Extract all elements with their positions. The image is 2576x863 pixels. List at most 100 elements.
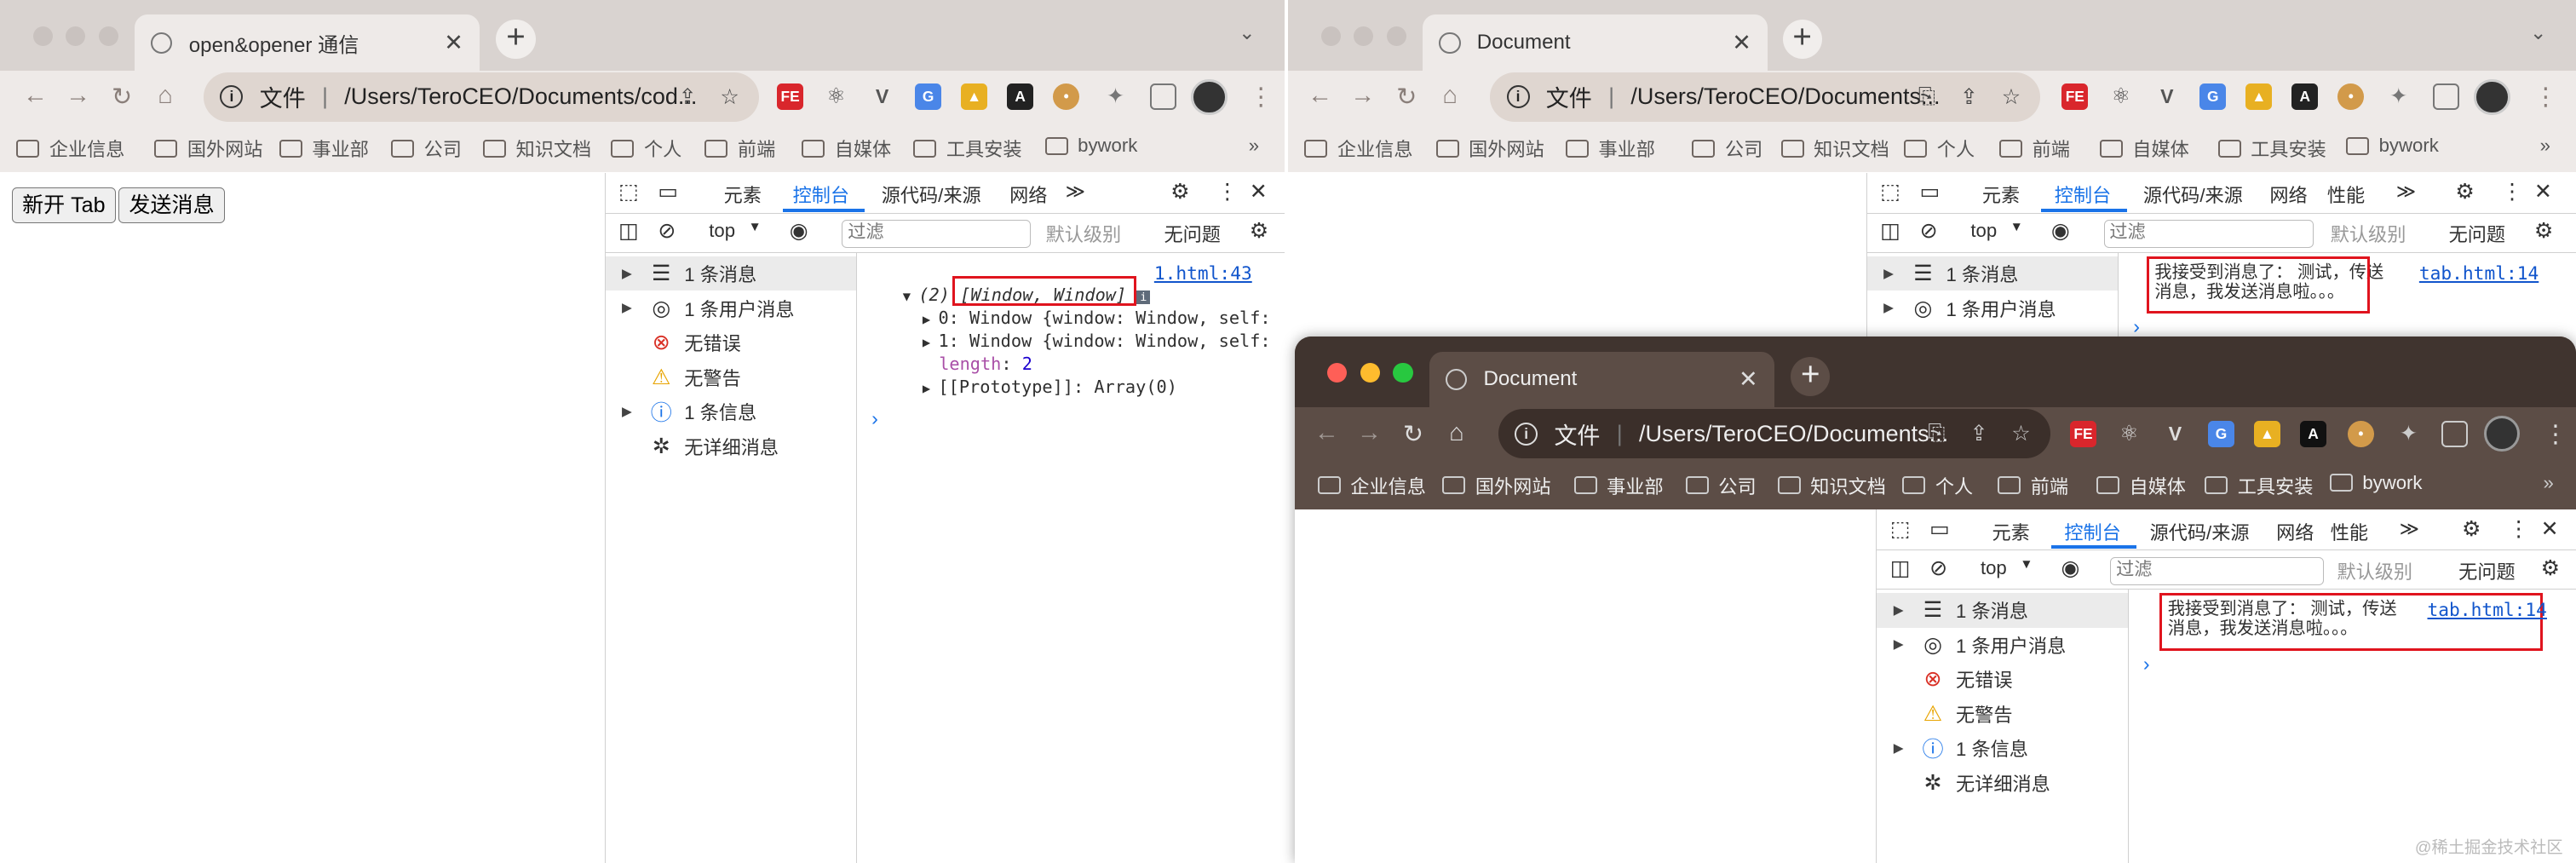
bookmark-folder[interactable]: 知识文档: [1777, 472, 1886, 499]
issues-button[interactable]: 无问题: [2458, 557, 2515, 584]
bookmark-folder[interactable]: 知识文档: [1780, 135, 1889, 162]
log-line[interactable]: ▶ 0: Window {window: Window, self:: [923, 308, 1271, 328]
issues-button[interactable]: 无问题: [1164, 220, 1220, 247]
sidebar-item-info[interactable]: ▶ ⓘ 1 条信息: [606, 394, 856, 429]
angular-extension-icon[interactable]: A: [2291, 83, 2319, 111]
tab-network[interactable]: 网络: [2276, 518, 2314, 545]
new-tab-button[interactable]: +: [496, 19, 536, 60]
close-light[interactable]: [1320, 26, 1341, 46]
inspect-icon[interactable]: ⬚: [618, 179, 639, 204]
address-bar[interactable]: i 文件 | /Users/TeroCEO/Documents... ⎘ ⇪ ☆: [1498, 409, 2050, 459]
sidebar-item-user-messages[interactable]: ▶ ◎ 1 条用户消息: [606, 291, 856, 325]
translate-extension-icon[interactable]: G: [2208, 420, 2234, 447]
sidebar-icon[interactable]: [2433, 83, 2460, 111]
leopard-extension-icon[interactable]: ▲: [2245, 83, 2273, 111]
zoom-light[interactable]: [1386, 26, 1406, 46]
tab-console[interactable]: 控制台: [2055, 181, 2111, 208]
gear-icon[interactable]: ⚙: [2455, 179, 2474, 204]
tab-search-chevron-icon[interactable]: ⌄: [1239, 21, 1255, 44]
bookmark-folder[interactable]: 个人: [611, 135, 681, 162]
leopard-extension-icon[interactable]: ▲: [961, 83, 988, 111]
bookmark-folder[interactable]: 企业信息: [1317, 472, 1426, 499]
bookmark-folder[interactable]: bywork: [1044, 135, 1137, 157]
fe-extension-icon[interactable]: FE: [777, 83, 804, 111]
console-prompt-icon[interactable]: ›: [2143, 653, 2150, 676]
translate-icon[interactable]: ⎘: [1918, 84, 1935, 110]
share-icon[interactable]: ⇪: [1960, 84, 1978, 110]
clear-console-icon[interactable]: ⊘: [1929, 555, 1947, 581]
tab-network[interactable]: 网络: [2269, 181, 2307, 208]
bookmark-folder[interactable]: 国外网站: [154, 135, 262, 162]
filter-input[interactable]: 过滤: [2103, 220, 2314, 249]
sidebar-item-info[interactable]: ▶ ⓘ 1 条信息: [1877, 731, 2127, 766]
eye-icon[interactable]: ◉: [2061, 555, 2079, 581]
bookmark-folder[interactable]: 知识文档: [483, 135, 591, 162]
forward-icon[interactable]: →: [1350, 82, 1375, 110]
close-light[interactable]: [32, 26, 53, 46]
log-levels-dropdown[interactable]: 默认级别: [2331, 220, 2406, 247]
minimize-light[interactable]: [66, 26, 86, 46]
kebab-menu-icon[interactable]: ⋮: [1216, 179, 1238, 204]
sidebar-icon[interactable]: [1150, 83, 1176, 111]
kebab-menu-icon[interactable]: ⋮: [2501, 179, 2522, 204]
forward-icon[interactable]: →: [66, 82, 90, 110]
console-settings-icon[interactable]: ⚙: [2541, 555, 2560, 581]
puzzle-extension-icon[interactable]: ✦: [2395, 421, 2422, 447]
minimize-light[interactable]: [1360, 363, 1380, 383]
source-link[interactable]: tab.html:14: [2419, 263, 2539, 285]
bookmark-folder[interactable]: 国外网站: [1435, 135, 1544, 162]
cookie-extension-icon[interactable]: •: [1053, 83, 1080, 111]
bookmark-folder[interactable]: 工具安装: [2217, 135, 2326, 162]
close-tab-icon[interactable]: ✕: [1732, 30, 1751, 56]
device-toggle-icon[interactable]: ▭: [1929, 516, 1950, 542]
vue-extension-icon[interactable]: V: [869, 83, 895, 110]
more-bookmarks-icon[interactable]: »: [2540, 135, 2550, 157]
context-selector[interactable]: top: [1970, 220, 1997, 242]
bookmark-star-icon[interactable]: ☆: [720, 84, 739, 110]
inspect-icon[interactable]: ⬚: [1880, 179, 1900, 204]
sidebar-item-user-messages[interactable]: ▶ ◎ 1 条用户消息: [1867, 291, 2118, 325]
console-prompt-icon[interactable]: ›: [2133, 315, 2140, 338]
sidebar-item-user-messages[interactable]: ▶ ◎ 1 条用户消息: [1877, 628, 2127, 663]
info-icon[interactable]: i: [1506, 85, 1530, 109]
menu-dots-icon[interactable]: ⋮: [2533, 82, 2558, 112]
angular-extension-icon[interactable]: A: [1007, 83, 1034, 111]
bookmark-star-icon[interactable]: ☆: [2002, 84, 2021, 110]
inspect-icon[interactable]: ⬚: [1890, 516, 1911, 542]
vue-extension-icon[interactable]: V: [2153, 83, 2180, 110]
leopard-extension-icon[interactable]: ▲: [2254, 420, 2280, 447]
console-settings-icon[interactable]: ⚙: [1250, 218, 1268, 244]
cookie-extension-icon[interactable]: •: [2347, 420, 2374, 447]
device-toggle-icon[interactable]: ▭: [1920, 179, 1941, 204]
sidebar-item-messages[interactable]: ▶ ☰ 1 条消息: [1866, 256, 2118, 291]
bookmark-folder[interactable]: 企业信息: [1304, 135, 1412, 162]
bookmark-folder[interactable]: 前端: [1999, 135, 2070, 162]
reload-icon[interactable]: ↻: [112, 82, 132, 112]
zoom-light[interactable]: [1393, 363, 1413, 383]
puzzle-extension-icon[interactable]: ✦: [2385, 83, 2412, 110]
gear-icon[interactable]: ⚙: [1170, 179, 1189, 204]
translate-extension-icon[interactable]: G: [915, 83, 942, 111]
close-light[interactable]: [1327, 363, 1348, 383]
tab-console[interactable]: 控制台: [793, 181, 849, 208]
gear-icon[interactable]: ⚙: [2462, 516, 2481, 542]
bookmark-folder[interactable]: 个人: [1902, 472, 1973, 499]
tab-sources[interactable]: 源代码/来源: [882, 181, 981, 208]
home-icon[interactable]: ⌂: [1449, 419, 1463, 447]
bookmark-folder[interactable]: 前端: [1998, 472, 2068, 499]
new-tab-page-button[interactable]: 新开 Tab: [11, 187, 117, 224]
sidebar-item-messages[interactable]: ▶ ☰ 1 条消息: [1877, 593, 2128, 628]
home-icon[interactable]: ⌂: [158, 82, 172, 110]
avatar[interactable]: [2484, 415, 2521, 452]
sidebar-toggle-icon[interactable]: ◫: [1880, 218, 1900, 244]
sidebar-icon[interactable]: [2441, 420, 2468, 447]
bookmark-folder[interactable]: 国外网站: [1442, 472, 1550, 499]
minimize-light[interactable]: [1354, 26, 1374, 46]
eye-icon[interactable]: ◉: [790, 218, 808, 244]
clear-console-icon[interactable]: ⊘: [1920, 218, 1938, 244]
device-toggle-icon[interactable]: ▭: [658, 179, 678, 204]
kebab-menu-icon[interactable]: ⋮: [2508, 516, 2529, 542]
back-icon[interactable]: ←: [23, 82, 48, 110]
log-line[interactable]: ▶ [[Prototype]]: Array(0): [923, 377, 1177, 397]
tab-search-chevron-icon[interactable]: ⌄: [2530, 21, 2546, 44]
